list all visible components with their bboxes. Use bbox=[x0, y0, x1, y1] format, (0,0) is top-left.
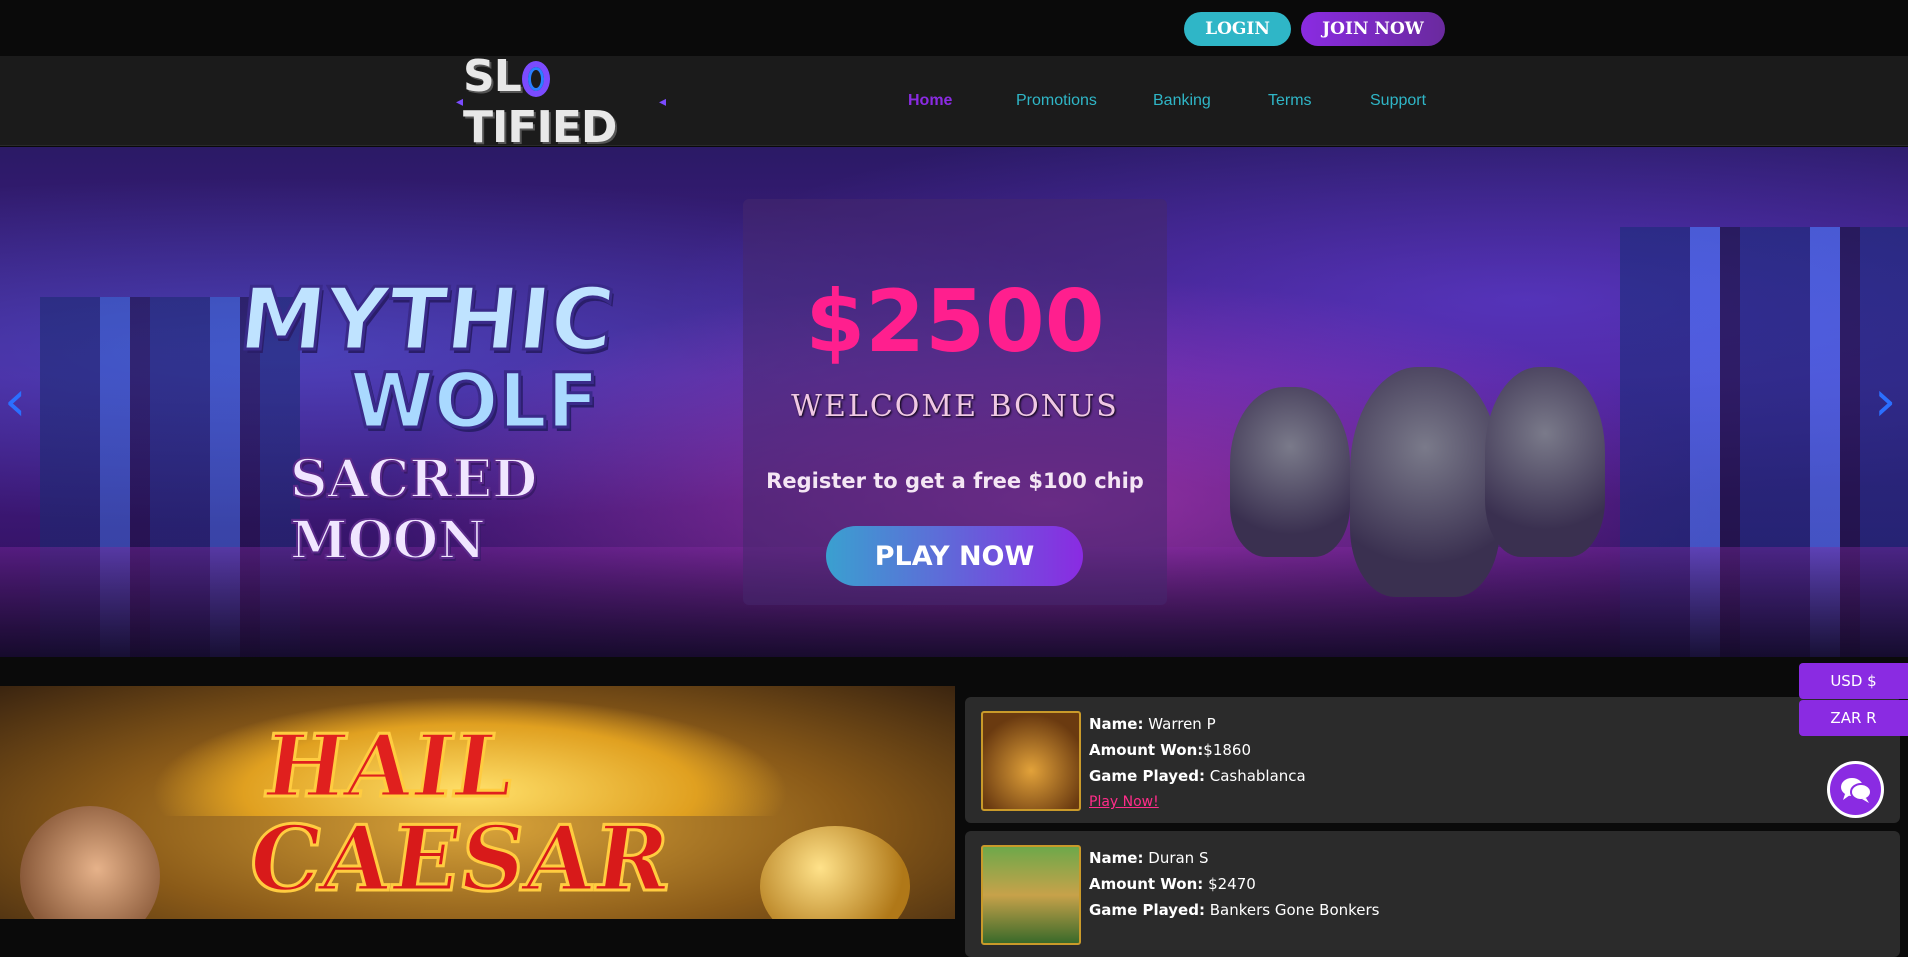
name-label: Name: bbox=[1089, 715, 1144, 733]
winner-card: Name: Duran S Amount Won: $2470 Game Pla… bbox=[965, 831, 1900, 957]
join-now-button[interactable]: JOIN NOW bbox=[1301, 12, 1445, 46]
bonus-description: Register to get a free $100 chip bbox=[766, 469, 1144, 493]
game-title-line-1: MYTHIC bbox=[233, 269, 620, 372]
chevron-right-icon[interactable]: › bbox=[1874, 372, 1904, 432]
winner-amount: $2470 bbox=[1208, 875, 1256, 893]
winner-amount: $1860 bbox=[1203, 741, 1252, 759]
bonus-amount: $2500 bbox=[805, 272, 1105, 372]
hail-caesar-banner[interactable]: HAIL CAESAR bbox=[0, 686, 955, 919]
game-label: Game Played: bbox=[1089, 901, 1205, 919]
welcome-bonus-panel: $2500 WELCOME BONUS Register to get a fr… bbox=[743, 199, 1167, 605]
winner-name-row: Name: Warren P bbox=[1089, 715, 1216, 733]
logo-right-arrow-icon: ◂ bbox=[658, 94, 666, 110]
amount-label: Amount Won: bbox=[1089, 741, 1204, 759]
nav-promotions[interactable]: Promotions bbox=[1016, 92, 1097, 110]
winner-name: Duran S bbox=[1148, 849, 1209, 867]
caesar-face-image bbox=[20, 806, 160, 919]
wolves-image bbox=[1220, 257, 1620, 657]
recent-winners-list: Name: Warren P Amount Won:$1860 Game Pla… bbox=[965, 686, 1900, 957]
nav-terms[interactable]: Terms bbox=[1268, 92, 1312, 110]
mythic-wolf-title-art: MYTHIC WOLF SACRED MOON bbox=[233, 269, 740, 573]
nav-banking[interactable]: Banking bbox=[1153, 92, 1211, 110]
game-title-line-2: WOLF bbox=[349, 356, 601, 445]
winner-amount-row: Amount Won:$1860 bbox=[1089, 741, 1251, 759]
game-label: Game Played: bbox=[1089, 767, 1205, 785]
logo-o-ring-icon bbox=[521, 61, 550, 97]
golden-egg-image bbox=[760, 826, 910, 919]
logo-text: SLTIFIED bbox=[463, 51, 617, 153]
currency-zar-button[interactable]: ZAR R bbox=[1799, 700, 1908, 736]
winner-card: Name: Warren P Amount Won:$1860 Game Pla… bbox=[965, 697, 1900, 823]
slotified-logo[interactable]: ◂ SLTIFIED ◂ bbox=[456, 51, 666, 153]
banner-title-line-2: CAESAR bbox=[241, 805, 679, 914]
bonus-subtitle: WELCOME BONUS bbox=[791, 389, 1119, 424]
game-title-line-3: SACRED MOON bbox=[289, 448, 538, 572]
logo-left-arrow-icon: ◂ bbox=[456, 94, 464, 110]
amount-label: Amount Won: bbox=[1089, 875, 1204, 893]
login-button[interactable]: LOGIN bbox=[1184, 12, 1291, 46]
chevron-left-icon[interactable]: ‹ bbox=[4, 372, 34, 432]
chat-button[interactable] bbox=[1827, 761, 1884, 818]
winner-name: Warren P bbox=[1148, 715, 1216, 733]
winner-game-row: Game Played: Cashablanca bbox=[1089, 767, 1306, 785]
hero-carousel: MYTHIC WOLF SACRED MOON $2500 WELCOME BO… bbox=[0, 147, 1908, 657]
play-now-button[interactable]: PLAY NOW bbox=[826, 526, 1083, 586]
winner-game: Bankers Gone Bonkers bbox=[1209, 901, 1380, 919]
winner-amount-row: Amount Won: $2470 bbox=[1089, 875, 1256, 893]
nav-support[interactable]: Support bbox=[1370, 92, 1426, 110]
chat-icon bbox=[1840, 777, 1872, 803]
banner-title-line-1: HAIL bbox=[256, 715, 522, 819]
nav-home[interactable]: Home bbox=[908, 92, 952, 110]
winner-name-row: Name: Duran S bbox=[1089, 849, 1208, 867]
top-bar: LOGIN JOIN NOW bbox=[0, 0, 1908, 56]
currency-usd-button[interactable]: USD $ bbox=[1799, 663, 1908, 699]
winner-game: Cashablanca bbox=[1209, 767, 1306, 785]
cashablanca-thumbnail[interactable] bbox=[981, 711, 1081, 811]
bankers-gone-bonkers-thumbnail[interactable] bbox=[981, 845, 1081, 945]
play-now-link[interactable]: Play Now! bbox=[1089, 794, 1159, 810]
main-navbar: ◂ SLTIFIED ◂ Home Promotions Banking Ter… bbox=[0, 51, 1908, 153]
name-label: Name: bbox=[1089, 849, 1144, 867]
winner-game-row: Game Played: Bankers Gone Bonkers bbox=[1089, 901, 1380, 919]
